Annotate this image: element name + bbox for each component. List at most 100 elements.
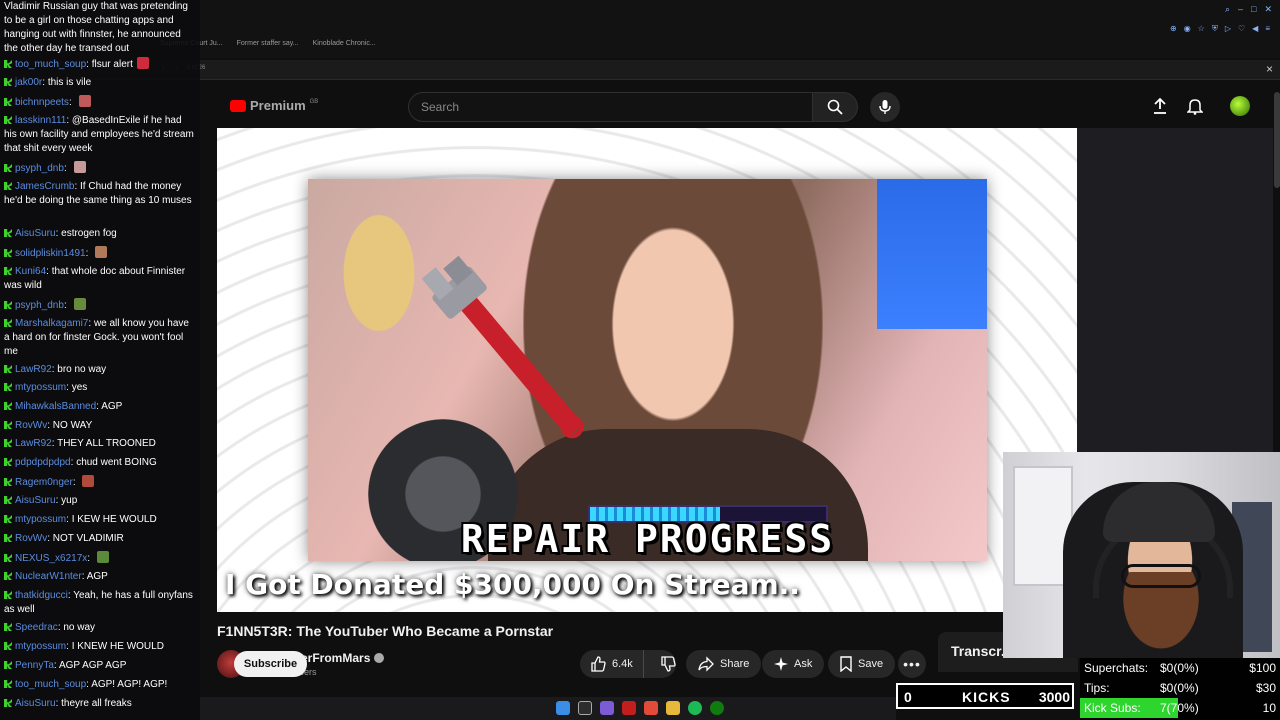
dislike-button[interactable]: [650, 650, 686, 678]
chat-message: pdpdpdpdpd: chud went BOING: [4, 456, 196, 470]
tips-value: $0(0%): [1160, 681, 1199, 695]
chat-username[interactable]: AisuSuru: [15, 228, 56, 239]
tips-label: Tips:: [1084, 681, 1110, 695]
chat-username[interactable]: LawR92: [15, 438, 52, 449]
chat-username[interactable]: jak00r: [15, 77, 42, 88]
webcam-glasses: [1121, 564, 1201, 588]
chat-username[interactable]: RovWv: [15, 420, 47, 431]
chat-username[interactable]: lasskinn111: [15, 115, 66, 126]
share-button[interactable]: Share: [686, 650, 762, 678]
ask-button[interactable]: Ask: [762, 650, 825, 678]
search-button[interactable]: [812, 92, 858, 122]
minimize-icon[interactable]: –: [1238, 4, 1243, 15]
chat-username[interactable]: NuclearW1nter: [15, 571, 82, 582]
kick-badge-icon: [4, 642, 12, 650]
extension-icon[interactable]: ◉: [1184, 24, 1191, 34]
account-avatar[interactable]: [1230, 96, 1250, 116]
windows-start-icon[interactable]: [556, 701, 570, 715]
chat-text: chud went BOING: [76, 457, 157, 468]
search-icon: [827, 99, 843, 115]
volume-icon[interactable]: ◀: [1252, 24, 1258, 34]
chat-username[interactable]: PennyTa: [15, 660, 54, 671]
zoom-icon[interactable]: ⊕: [1170, 24, 1177, 34]
like-button[interactable]: 6.4k: [580, 650, 644, 678]
bookmark-2[interactable]: Former staffer say...: [237, 40, 299, 52]
chat-message: NEXUS_x6217x:: [4, 551, 196, 566]
opera-icon[interactable]: [622, 701, 636, 715]
youtube-header: Premium GB: [200, 84, 1280, 128]
chat-username[interactable]: LawR92: [15, 364, 52, 375]
thumbnail-background-blue: [877, 179, 987, 329]
find-close-icon[interactable]: ×: [1266, 62, 1273, 76]
chat-username[interactable]: too_much_soup: [15, 59, 86, 70]
chat-username[interactable]: mtypossum: [15, 382, 66, 393]
extension-icons: ⊕ ◉ ☆ ⛨ ▷ ♡ ◀ ≡: [1170, 24, 1270, 34]
chat-username[interactable]: AisuSuru: [15, 495, 56, 506]
thumbs-up-icon: [591, 656, 606, 672]
chat-username[interactable]: mtypossum: [15, 514, 66, 525]
chat-message: NuclearW1nter: AGP: [4, 570, 196, 584]
shield-icon[interactable]: ⛨: [1212, 24, 1218, 34]
discord-icon[interactable]: [600, 701, 614, 715]
menu-icon[interactable]: ≡: [1265, 24, 1270, 34]
spotify-icon[interactable]: [688, 701, 702, 715]
chat-username[interactable]: solidpliskin1491: [15, 248, 86, 259]
bookmark-3[interactable]: Kinoblade Chronic...: [313, 40, 376, 52]
chat-username[interactable]: AisuSuru: [15, 698, 56, 709]
screen: Supreme Court Ju... Former staffer say..…: [0, 0, 1280, 720]
taskbar: [200, 697, 896, 720]
kick-badge-icon: [4, 421, 12, 429]
superchats-label: Superchats:: [1084, 661, 1149, 675]
chat-username[interactable]: bichnnpeets: [15, 97, 69, 108]
xbox-icon[interactable]: [710, 701, 724, 715]
video-player[interactable]: REPAIR PROGRESS I Got Donated $300,000 O…: [217, 128, 1077, 612]
bookmark-star-icon[interactable]: ☆: [1198, 24, 1205, 34]
save-button[interactable]: Save: [828, 650, 896, 678]
search-icon[interactable]: ⌕: [1225, 4, 1230, 15]
chat-username[interactable]: Ragem0nger: [15, 477, 73, 488]
chat-username[interactable]: mtypossum: [15, 641, 66, 652]
chat-username[interactable]: Marshalkagami7: [15, 318, 88, 329]
chat-username[interactable]: psyph_dnb: [15, 300, 64, 311]
maximize-icon[interactable]: □: [1251, 4, 1256, 15]
chat-text: AGP: [101, 401, 123, 412]
chat-username[interactable]: JamesCrumb: [15, 181, 74, 192]
chat-message: JamesCrumb: If Chud had the money he'd b…: [4, 180, 196, 208]
kick-subs-row: Kick Subs: 7(70%) 10: [1080, 698, 1280, 718]
heart-icon[interactable]: ♡: [1238, 24, 1245, 34]
save-label: Save: [858, 658, 884, 670]
youtube-logo[interactable]: Premium GB: [230, 98, 318, 113]
chat-username[interactable]: MihawkalsBanned: [15, 401, 96, 412]
chat-message: too_much_soup: flsur alert: [4, 57, 196, 72]
superchats-value: $0(0%): [1160, 661, 1199, 675]
chat-username[interactable]: NEXUS_x6217x: [15, 553, 87, 564]
upload-icon: [1154, 97, 1166, 114]
upload-button[interactable]: [1150, 96, 1170, 116]
chat-username[interactable]: thatkidgucci: [15, 590, 68, 601]
page-scrollbar[interactable]: [1274, 92, 1280, 188]
kick-badge-icon: [4, 182, 12, 190]
search-input[interactable]: [409, 93, 812, 121]
kick-badge-icon: [4, 661, 12, 669]
donation-goals: Superchats: $0(0%) $100 Tips: $0(0%) $30…: [1080, 658, 1280, 720]
chat-text: NO WAY: [52, 420, 93, 431]
chat-message: AisuSuru: yup: [4, 494, 196, 508]
chat-text: I KEW HE WOULD: [71, 514, 157, 525]
close-window-icon[interactable]: ✕: [1264, 4, 1272, 15]
play-icon[interactable]: ▷: [1225, 24, 1231, 34]
chrome-icon[interactable]: [644, 701, 658, 715]
chat-username[interactable]: pdpdpdpdpd: [15, 457, 71, 468]
chat-username[interactable]: psyph_dnb: [15, 163, 64, 174]
subscribe-button[interactable]: Subscribe: [234, 651, 307, 677]
voice-search-button[interactable]: [870, 92, 900, 122]
more-actions-button[interactable]: •••: [898, 650, 926, 678]
chat-username[interactable]: RovWv: [15, 533, 47, 544]
chat-username[interactable]: Speedrac: [15, 622, 58, 633]
notifications-button[interactable]: [1185, 96, 1205, 116]
kick-badge-icon: [4, 458, 12, 466]
chat-username[interactable]: too_much_soup: [15, 679, 86, 690]
search-taskbar-icon[interactable]: [578, 701, 592, 715]
chat-colon: :: [85, 248, 92, 259]
chat-username[interactable]: Kuni64: [15, 266, 46, 277]
folder-icon[interactable]: [666, 701, 680, 715]
